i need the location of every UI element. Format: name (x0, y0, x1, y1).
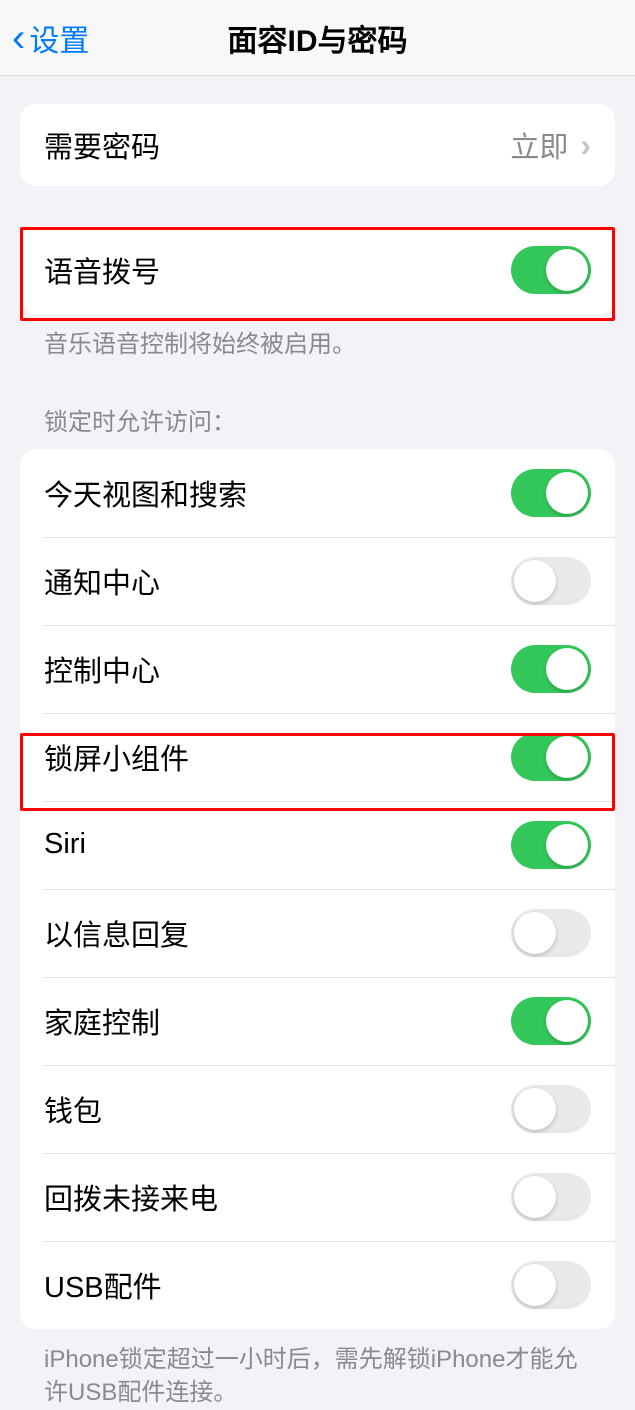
voice-dial-label: 语音拨号 (44, 249, 160, 291)
allow-access-row: Siri (20, 801, 615, 889)
navigation-bar: ‹ 设置 面容ID与密码 (0, 0, 635, 76)
allow-access-label: 钱包 (44, 1088, 102, 1130)
allow-access-row: 回拨未接来电 (20, 1153, 615, 1241)
allow-access-row: 锁屏小组件 (20, 713, 615, 801)
toggle-thumb (546, 736, 588, 778)
toggle-thumb (546, 249, 588, 291)
allow-access-label: 锁屏小组件 (44, 736, 189, 778)
allow-access-label: 控制中心 (44, 648, 160, 690)
allow-access-toggle[interactable] (511, 645, 591, 693)
toggle-thumb (514, 912, 556, 954)
allow-access-toggle[interactable] (511, 997, 591, 1045)
toggle-thumb (546, 648, 588, 690)
allow-access-toggle[interactable] (511, 557, 591, 605)
chevron-left-icon: ‹ (12, 18, 25, 58)
allow-access-row: 今天视图和搜索 (20, 449, 615, 537)
allow-access-label: 回拨未接来电 (44, 1176, 218, 1218)
allow-access-toggle[interactable] (511, 469, 591, 517)
allow-access-toggle[interactable] (511, 909, 591, 957)
require-passcode-row[interactable]: 需要密码 立即 › (20, 104, 615, 186)
toggle-thumb (514, 1264, 556, 1306)
require-passcode-label: 需要密码 (44, 124, 160, 166)
allow-access-row: 以信息回复 (20, 889, 615, 977)
chevron-right-icon: › (580, 129, 591, 161)
allow-access-label: 以信息回复 (44, 912, 189, 954)
allow-access-row: 控制中心 (20, 625, 615, 713)
allow-access-toggle[interactable] (511, 1085, 591, 1133)
allow-access-row: USB配件 (20, 1241, 615, 1329)
toggle-thumb (514, 1088, 556, 1130)
toggle-thumb (546, 824, 588, 866)
toggle-thumb (546, 1000, 588, 1042)
allow-access-label: USB配件 (44, 1264, 162, 1306)
allow-access-label: 通知中心 (44, 560, 160, 602)
allow-access-row: 通知中心 (20, 537, 615, 625)
voice-dial-toggle[interactable] (511, 246, 591, 294)
allow-access-header: 锁定时允许访问： (20, 402, 615, 449)
allow-access-label: 家庭控制 (44, 1000, 160, 1042)
toggle-thumb (546, 472, 588, 514)
back-label: 设置 (29, 16, 89, 60)
allow-access-row: 钱包 (20, 1065, 615, 1153)
allow-access-group: 今天视图和搜索通知中心控制中心锁屏小组件 Siri 以信息回复家庭控制钱包回拨未接来… (20, 449, 615, 1329)
voice-dial-footer: 音乐语音控制将始终被启用。 (20, 314, 615, 362)
allow-access-label: 今天视图和搜索 (44, 472, 247, 514)
require-passcode-group: 需要密码 立即 › (20, 104, 615, 186)
require-passcode-value-text: 立即 (510, 124, 568, 166)
back-button[interactable]: ‹ 设置 (12, 16, 89, 60)
voice-dial-group: 语音拨号 (20, 226, 615, 314)
page-title: 面容ID与密码 (228, 16, 408, 60)
usb-footer: iPhone锁定超过一小时后，需先解锁iPhone才能允许USB配件连接。 (20, 1329, 615, 1410)
toggle-thumb (514, 560, 556, 602)
require-passcode-value: 立即 › (510, 124, 591, 166)
allow-access-toggle[interactable] (511, 821, 591, 869)
toggle-thumb (514, 1176, 556, 1218)
voice-dial-row: 语音拨号 (20, 226, 615, 314)
allow-access-toggle[interactable] (511, 1173, 591, 1221)
allow-access-label: Siri (44, 828, 86, 861)
allow-access-toggle[interactable] (511, 1261, 591, 1309)
allow-access-toggle[interactable] (511, 733, 591, 781)
allow-access-row: 家庭控制 (20, 977, 615, 1065)
